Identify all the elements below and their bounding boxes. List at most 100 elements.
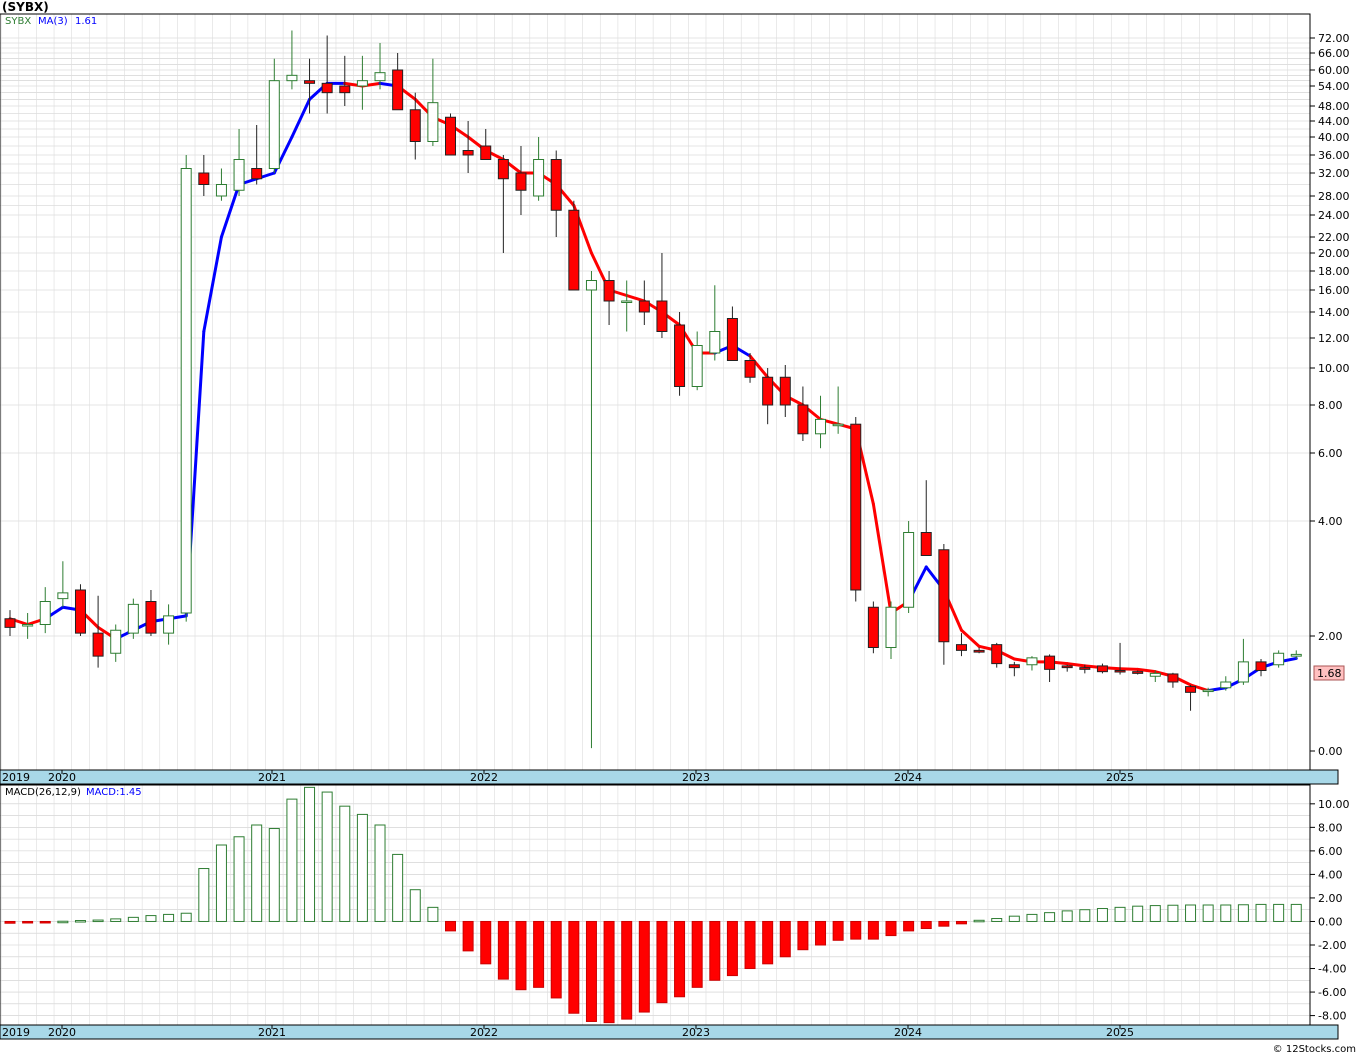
price-tick-label: 54.00 — [1318, 80, 1350, 93]
candle-body-down — [991, 644, 1003, 665]
price-tick-label: 8.00 — [1318, 399, 1343, 412]
candle-body-up — [427, 102, 439, 142]
macd-tick-label: 10.00 — [1318, 798, 1350, 811]
candle-body-down — [762, 376, 774, 406]
macd-bar-positive — [198, 868, 210, 922]
macd-bar-negative — [533, 920, 545, 988]
macd-tick-label: 8.00 — [1318, 821, 1343, 834]
candle-body-down — [674, 324, 686, 387]
year-label: 2021 — [258, 771, 286, 784]
macd-bar-positive — [1096, 908, 1108, 922]
candle-body-up — [268, 80, 280, 169]
candle-body-up — [709, 331, 721, 354]
price-tick-label: 14.00 — [1318, 306, 1350, 319]
candle-body-down — [1008, 664, 1020, 669]
candle-body-down — [4, 618, 16, 628]
macd-bar-positive — [145, 915, 157, 922]
candle-body-down — [1167, 673, 1179, 683]
candle-body-down — [462, 150, 474, 156]
macd-bar-negative — [691, 920, 703, 988]
candle-body-down — [779, 376, 791, 406]
macd-bar-positive — [163, 913, 175, 922]
last-price-label: 1.68 — [1317, 667, 1342, 680]
candle-body-up — [1026, 657, 1038, 666]
macd-bar-negative — [938, 920, 950, 927]
candle — [903, 521, 915, 613]
candle-body-up — [1202, 689, 1214, 693]
candle — [867, 601, 879, 654]
candle-body-down — [656, 300, 668, 332]
macd-bar-positive — [286, 798, 298, 922]
candle-body-down — [744, 360, 756, 378]
candle — [180, 155, 192, 622]
macd-bar-positive — [1079, 909, 1091, 922]
candle-body-down — [74, 589, 86, 634]
year-label: 2020 — [48, 1026, 76, 1039]
macd-bar-negative — [920, 920, 932, 930]
macd-bar-negative — [779, 920, 791, 958]
candle-body-down — [955, 644, 967, 651]
candle-body-up — [39, 601, 51, 625]
macd-bar-negative — [445, 920, 456, 932]
price-tick-label: 66.00 — [1318, 47, 1350, 60]
candle-body-down — [1185, 686, 1197, 693]
macd-bar-positive — [339, 805, 351, 922]
macd-bar-negative — [726, 920, 738, 977]
macd-legend: MACD(26,12,9) MACD:1.45 — [5, 787, 142, 798]
candle-body-down — [938, 549, 950, 643]
candle-body-down — [480, 145, 492, 160]
year-label: 2023 — [682, 771, 710, 784]
candle — [1273, 650, 1285, 668]
candle-body-down — [339, 85, 351, 94]
price-tick-label: 60.00 — [1318, 64, 1350, 77]
macd-bar-positive — [74, 920, 86, 923]
macd-bar-positive — [180, 912, 192, 922]
macd-tick-label: 0.00 — [1318, 915, 1343, 928]
price-tick-label: 32.00 — [1318, 167, 1350, 180]
macd-bar-negative — [22, 920, 34, 924]
chart-title: (SYBX) — [2, 0, 49, 14]
price-tick-label: 72.00 — [1318, 32, 1350, 45]
macd-bar-positive — [268, 828, 280, 922]
candle-body-up — [215, 184, 227, 197]
price-tick-label: 12.00 — [1318, 332, 1350, 345]
macd-tick-label: -8.00 — [1318, 1010, 1346, 1023]
macd-bar-positive — [127, 916, 139, 922]
year-label: 2024 — [894, 771, 922, 784]
macd-bar-positive — [304, 786, 316, 922]
macd-bar-negative — [762, 920, 774, 965]
chart-root: 72.00 66.00 60.00 54.00 48.00 44.00 40.00 36.00… — [0, 0, 1360, 1056]
price-tick-label: 10.00 — [1318, 362, 1350, 375]
macd-bar-positive — [427, 906, 439, 922]
candle-body-up — [1220, 681, 1232, 689]
macd-bar-negative — [832, 920, 844, 941]
candle-body-down — [304, 80, 316, 84]
candle — [445, 113, 456, 156]
candle-body-down — [198, 172, 210, 185]
year-label: 2019 — [2, 771, 30, 784]
macd-bar-positive — [1185, 904, 1197, 922]
candle-body-down — [1255, 661, 1267, 671]
macd-bar-negative — [480, 920, 492, 965]
candle-body-down — [145, 601, 157, 634]
candle-body-down — [550, 159, 562, 211]
price-tick-label: 28.00 — [1318, 190, 1350, 203]
macd-bar-positive — [1061, 910, 1073, 922]
macd-bar-negative — [674, 920, 686, 998]
macd-bar-positive — [1167, 904, 1179, 922]
macd-bar-positive — [1114, 906, 1126, 922]
macd-bar-negative — [515, 920, 527, 991]
macd-bar-negative — [621, 920, 633, 1020]
candle-body-up — [815, 418, 827, 435]
candle-body-up — [621, 300, 633, 303]
candle-body-down — [497, 159, 509, 180]
macd-bar-negative — [4, 920, 16, 924]
macd-bar-positive — [374, 824, 386, 922]
candle — [568, 200, 580, 291]
last-price-tag: 1.68 — [1313, 665, 1345, 681]
candle-body-up — [233, 159, 245, 191]
price-time-axis-band — [0, 769, 1339, 785]
macd-bar-positive — [251, 824, 263, 922]
macd-bar-negative — [744, 920, 756, 970]
macd-bar-positive — [1202, 904, 1214, 922]
